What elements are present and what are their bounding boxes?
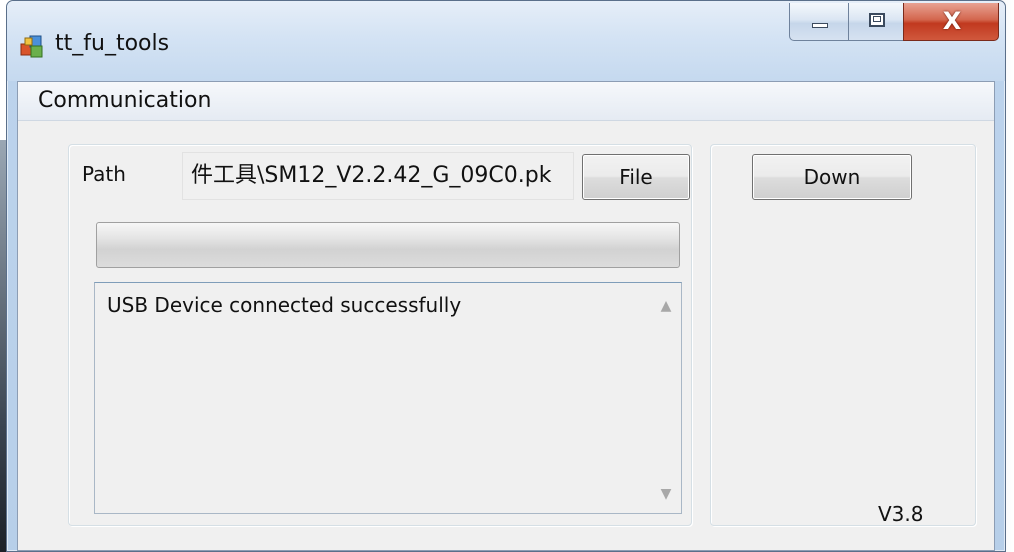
close-button[interactable]: X bbox=[903, 3, 999, 41]
minimize-button[interactable] bbox=[789, 3, 849, 41]
menu-item-communication[interactable]: Communication bbox=[38, 88, 211, 113]
download-group-box bbox=[710, 144, 976, 526]
scroll-up-arrow-icon[interactable]: ▲ bbox=[651, 291, 681, 321]
progress-bar bbox=[96, 222, 680, 268]
window-title: tt_fu_tools bbox=[55, 31, 170, 56]
path-field[interactable]: 件工具\SM12_V2.2.42_G_09C0.pk bbox=[182, 152, 574, 200]
scroll-down-arrow-icon[interactable]: ▼ bbox=[651, 479, 681, 509]
file-button[interactable]: File bbox=[582, 154, 690, 200]
title-bar[interactable]: tt_fu_tools X bbox=[7, 1, 1005, 81]
log-scrollbar[interactable]: ▲ ▼ bbox=[651, 283, 681, 513]
maximize-button[interactable] bbox=[848, 3, 904, 41]
caption-buttons: X bbox=[789, 3, 1001, 43]
client-area: Communication Path 件工具\SM12_V2.2.42_G_09… bbox=[17, 81, 995, 551]
close-icon: X bbox=[942, 7, 962, 35]
version-label: V3.8 bbox=[878, 502, 924, 526]
down-button[interactable]: Down bbox=[752, 154, 912, 200]
maximize-icon bbox=[869, 13, 885, 27]
log-line: USB Device connected successfully bbox=[107, 293, 462, 317]
path-label: Path bbox=[82, 162, 126, 186]
menu-bar: Communication bbox=[18, 82, 994, 121]
minimize-icon bbox=[812, 23, 828, 28]
log-textbox[interactable]: USB Device connected successfully ▲ ▼ bbox=[94, 282, 682, 514]
app-window: tt_fu_tools X Communication Path 件工具\SM1… bbox=[6, 0, 1006, 552]
app-cubes-icon bbox=[20, 35, 43, 58]
